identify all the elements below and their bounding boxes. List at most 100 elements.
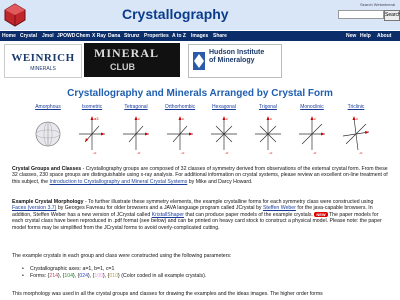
hudson-institute-banner[interactable]: Hudson Institute of Mineralogy xyxy=(188,44,282,78)
weinrich-minerals-banner[interactable]: WEINRICH MINERALS xyxy=(4,44,82,78)
axis-label-neg-c: -c xyxy=(313,150,316,155)
crystal-groups-paragraph: Crystal Groups and Classes - Crystallogr… xyxy=(12,166,388,185)
intro-crystallography-link[interactable]: Introduction to Crystallography and Mine… xyxy=(50,179,188,185)
hexagonal-axes-icon: c -c xyxy=(211,116,237,155)
morphology-text-1: - To further illustrate these symmetry e… xyxy=(83,199,374,205)
axis-label-neg-c: -c xyxy=(181,150,184,155)
nav-about[interactable]: About xyxy=(377,31,391,41)
monoclinic-axes-icon: c -c xyxy=(299,116,325,155)
trigonal-axes-icon: c -c xyxy=(255,116,281,155)
club-title: MINERAL xyxy=(94,46,160,60)
form-trigonal[interactable]: Trigonal c -c xyxy=(248,104,288,160)
axis-label-c: a3 xyxy=(94,116,99,121)
form-orthorhombic[interactable]: Orthorhombic c -c xyxy=(160,104,200,160)
weinrich-title: WEINRICH xyxy=(11,52,75,64)
crystal-morphology-paragraph: Example Crystal Morphology - To further … xyxy=(12,199,388,231)
crystal-logo-icon[interactable] xyxy=(4,3,26,27)
form-value-010: 010 xyxy=(109,273,119,279)
forms-suffix: (Color coded in all example crystals). xyxy=(121,273,207,279)
axis-label-c: c xyxy=(138,116,140,121)
orthorhombic-axes-icon: c -c xyxy=(167,116,193,155)
nav-dana[interactable]: Dana xyxy=(108,31,120,41)
main-navbar: Home Crystal Jmol JPOWD Chem X Ray Dana … xyxy=(0,31,400,41)
form-hexagonal[interactable]: Hexagonal c -c xyxy=(204,104,244,160)
axis-label-c: c xyxy=(314,116,316,121)
search-button[interactable]: Search xyxy=(384,10,400,21)
morphology-text-4: that can produce paper models of the exa… xyxy=(183,211,315,218)
crystal-groups-tail: by Mike and Darcy Howard. xyxy=(187,178,253,185)
weinrich-subtitle: MINERALS xyxy=(30,66,56,72)
form-amorphous[interactable]: Amorphous xyxy=(28,104,68,160)
nav-xray[interactable]: X Ray xyxy=(92,31,106,41)
axis-label-c: c xyxy=(226,116,228,121)
search-hint: Search Webmineral xyxy=(360,2,396,7)
form-label[interactable]: Orthorhombic xyxy=(160,104,200,110)
form-value-214: 214 xyxy=(49,273,58,279)
hudson-line1: Hudson Institute xyxy=(209,49,265,56)
bullet-icon: • xyxy=(22,266,24,272)
isometric-axes-icon: a3 -c xyxy=(79,116,105,155)
page-title: Crystallography and Minerals Arranged by… xyxy=(67,88,333,99)
nav-strunz[interactable]: Strunz xyxy=(124,31,140,41)
search-input[interactable] xyxy=(338,10,384,19)
forms-prefix: Forms: { xyxy=(30,273,50,279)
nav-properties[interactable]: Properties xyxy=(144,31,169,41)
nav-images[interactable]: Images xyxy=(191,31,208,41)
form-value-024: 024 xyxy=(79,273,88,279)
footer-text: This morphology was used in all the crys… xyxy=(12,291,323,297)
form-triclinic[interactable]: Triclinic c -c xyxy=(336,104,376,160)
form-label[interactable]: Isometric xyxy=(72,104,112,110)
kristallshaper-link[interactable]: KristallShaper xyxy=(152,212,184,218)
form-isometric[interactable]: Isometric a3 -c xyxy=(72,104,112,160)
tetragonal-axes-icon: c -c xyxy=(123,116,149,155)
nav-crystal[interactable]: Crystal xyxy=(20,31,37,41)
axis-label-c: c xyxy=(270,116,272,121)
faces-link[interactable]: Faces (version 3.7) xyxy=(12,205,56,211)
site-title: Crystallography xyxy=(122,6,229,22)
nav-chem[interactable]: Chem xyxy=(76,31,90,41)
parameters-intro: The example crystals in each group and c… xyxy=(12,253,232,259)
nav-jpowd[interactable]: JPOWD xyxy=(57,31,75,41)
site-header: Crystallography Search Webmineral Search xyxy=(0,0,400,30)
nav-a-to-z[interactable]: A to Z xyxy=(172,31,186,41)
axes-parameter: Crystallographic axes: a=1, b=1, c=1 xyxy=(30,266,115,272)
list-item: • Crystallographic axes: a=1, b=1, c=1 xyxy=(22,266,382,273)
axis-label-c: c xyxy=(356,116,358,121)
triclinic-axes-icon: c -c xyxy=(342,116,370,155)
axis-label-neg-c: -c xyxy=(225,150,228,155)
form-value-100: 100 xyxy=(94,273,104,279)
form-label[interactable]: Monoclinic xyxy=(292,104,332,110)
mineral-club-banner[interactable]: MINERAL CLUB xyxy=(84,43,180,77)
axis-label-neg-c: -c xyxy=(269,150,272,155)
axis-label-neg-c: -c xyxy=(93,150,96,155)
hudson-logo-icon xyxy=(193,52,205,70)
crystal-morphology-heading: Example Crystal Morphology xyxy=(12,199,84,205)
amorphous-sphere-icon xyxy=(35,121,61,147)
crystal-forms-row: Amorphous Isometric a3 -c Tetragonal c -… xyxy=(0,104,400,160)
nav-home[interactable]: Home xyxy=(2,31,16,41)
form-tetragonal[interactable]: Tetragonal c -c xyxy=(116,104,156,160)
form-label[interactable]: Trigonal xyxy=(248,104,288,110)
nav-jmol[interactable]: Jmol xyxy=(42,31,54,41)
nav-share[interactable]: Share xyxy=(213,31,227,41)
nav-new[interactable]: New xyxy=(346,31,356,41)
form-label[interactable]: Triclinic xyxy=(336,104,376,110)
morphology-text-2: by Georges Favreau for older browsers an… xyxy=(56,205,263,212)
axis-label-neg-c: -c xyxy=(137,150,140,155)
nav-help[interactable]: Help xyxy=(360,31,371,41)
form-value-104: 104 xyxy=(64,273,73,279)
hudson-line2: of Mineralogy xyxy=(209,57,255,64)
form-monoclinic[interactable]: Monoclinic c -c xyxy=(292,104,332,160)
axis-label-neg-c: -c xyxy=(359,150,362,155)
form-label[interactable]: Amorphous xyxy=(28,104,68,110)
form-label[interactable]: Hexagonal xyxy=(204,104,244,110)
sponsor-banners: WEINRICH MINERALS MINERAL CLUB Hudson In… xyxy=(0,42,400,78)
form-label[interactable]: Tetragonal xyxy=(116,104,156,110)
bullet-icon: • xyxy=(22,273,24,279)
steffen-weber-link[interactable]: Steffen Weber xyxy=(263,205,296,211)
crystal-groups-heading: Crystal Groups and Classes xyxy=(12,166,82,172)
new-badge: NEW xyxy=(314,211,328,217)
hudson-title: Hudson Institute of Mineralogy xyxy=(209,49,264,65)
club-subtitle: CLUB xyxy=(110,62,135,72)
parameters-list: • Crystallographic axes: a=1, b=1, c=1 • F… xyxy=(22,266,382,280)
